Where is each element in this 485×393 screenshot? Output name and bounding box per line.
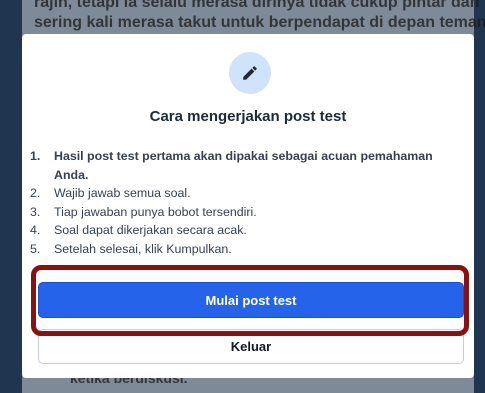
rule-item: 2. Wajib jawab semua soal. [30,184,456,203]
rule-text: Tiap jawaban punya bobot tersendiri. [54,204,257,219]
pencil-icon [243,66,257,80]
modal-title: Cara mengerjakan post test [149,108,347,125]
background-text-line-1: rajin, tetapi ia selalu merasa dirinya t… [34,0,480,11]
rule-text: Wajib jawab semua soal. [54,186,191,200]
rule-text: Soal dapat dikerjakan secara acak. [54,223,247,237]
rule-number: 5. [30,241,41,256]
rule-number: 3. [30,204,41,219]
rule-item: 1. Hasil post test pertama akan dipakai … [30,147,456,184]
background-text-line-2: sering kali merasa takut untuk berpendap… [34,14,485,31]
rule-number: 4. [30,223,41,237]
pencil-icon-badge [229,52,271,94]
rule-number: 1. [30,149,41,163]
rule-item: 3. Tiap jawaban punya bobot tersendiri. [30,203,456,222]
rule-item: 4. Soal dapat dikerjakan secara acak. [30,221,456,240]
rule-text: Setelah selesai, klik Kumpulkan. [54,241,232,256]
rule-item: 5. Setelah selesai, klik Kumpulkan. [30,240,456,259]
highlight-box [31,265,469,336]
rules-list: 1. Hasil post test pertama akan dipakai … [30,147,456,258]
rule-number: 2. [30,186,41,200]
rule-text: Hasil post test pertama akan dipakai seb… [54,149,433,182]
